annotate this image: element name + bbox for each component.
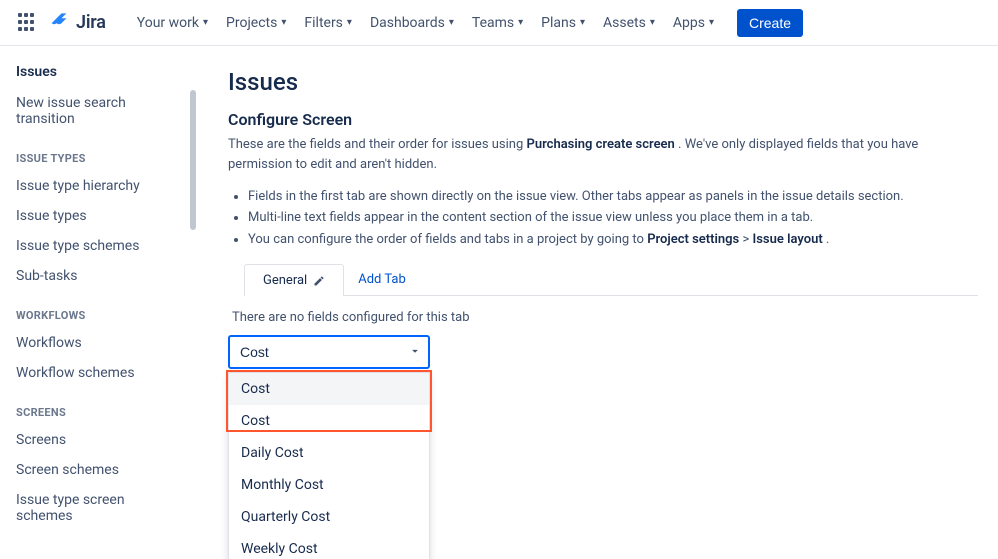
chevron-down-icon: ▾: [709, 17, 714, 28]
field-option[interactable]: Weekly Cost: [229, 533, 429, 559]
sidebar-link-issue-type-schemes[interactable]: Issue type schemes: [0, 231, 196, 261]
tab-general[interactable]: General: [244, 264, 344, 296]
create-button[interactable]: Create: [737, 9, 803, 37]
jira-icon: [50, 12, 72, 34]
chevron-down-icon: ▾: [281, 17, 286, 28]
field-select-wrap: CostCostDaily CostMonthly CostQuarterly …: [228, 335, 430, 369]
field-option[interactable]: Daily Cost: [229, 437, 429, 469]
nav-item-assets[interactable]: Assets▾: [594, 9, 664, 37]
chevron-down-icon: ▾: [347, 17, 352, 28]
chevron-down-icon: ▾: [449, 17, 454, 28]
sidebar-link-screen-schemes[interactable]: Screen schemes: [0, 455, 196, 485]
sidebar-scroll-thumb[interactable]: [190, 90, 196, 230]
sidebar-link-issue-type-hierarchy[interactable]: Issue type hierarchy: [0, 171, 196, 201]
jira-logo-text: Jira: [76, 12, 106, 33]
lead-text: These are the fields and their order for…: [228, 135, 978, 174]
nav-item-filters[interactable]: Filters▾: [295, 9, 361, 37]
sidebar-link-screens[interactable]: Screens: [0, 425, 196, 455]
field-option[interactable]: Quarterly Cost: [229, 501, 429, 533]
rule-item: Multi-line text fields appear in the con…: [248, 207, 978, 228]
field-select-menu: CostCostDaily CostMonthly CostQuarterly …: [228, 372, 430, 559]
nav-item-dashboards[interactable]: Dashboards▾: [361, 9, 463, 37]
empty-fields-message: There are no fields configured for this …: [232, 310, 978, 325]
chevron-down-icon: ▾: [203, 17, 208, 28]
chevron-down-icon: ▾: [650, 17, 655, 28]
sidebar-link-issue-types[interactable]: Issue types: [0, 201, 196, 231]
tab-strip: General Add Tab: [244, 264, 978, 296]
field-option[interactable]: Cost: [229, 373, 429, 405]
main-content: Issues Configure Screen These are the fi…: [196, 46, 998, 559]
rule-item: Fields in the first tab are shown direct…: [248, 186, 978, 207]
jira-logo[interactable]: Jira: [50, 12, 106, 34]
sidebar-title: Issues: [0, 54, 196, 88]
nav-item-your-work[interactable]: Your work▾: [128, 9, 217, 37]
app-switcher-icon[interactable]: [18, 13, 38, 33]
sidebar-link-workflows[interactable]: Workflows: [0, 328, 196, 358]
chevron-down-icon: ▾: [518, 17, 523, 28]
rule-item: You can configure the order of fields an…: [248, 229, 978, 250]
configure-screen-heading: Configure Screen: [228, 110, 978, 129]
sidebar-link-issue-type-screen-schemes[interactable]: Issue type screen schemes: [0, 485, 196, 531]
pencil-icon[interactable]: [313, 275, 325, 287]
nav-item-projects[interactable]: Projects▾: [217, 9, 295, 37]
page-title: Issues: [228, 68, 978, 96]
add-tab-link[interactable]: Add Tab: [344, 264, 420, 295]
sidebar-group-label: Issue Types: [0, 134, 196, 171]
sidebar-group-label: Workflows: [0, 291, 196, 328]
sidebar-scrollbar[interactable]: [188, 46, 196, 559]
nav-item-teams[interactable]: Teams▾: [463, 9, 532, 37]
sidebar-group-label: Screens: [0, 388, 196, 425]
rules-list: Fields in the first tab are shown direct…: [228, 186, 978, 250]
tab-label: General: [263, 273, 307, 288]
field-option[interactable]: Monthly Cost: [229, 469, 429, 501]
top-nav: Jira Your work▾Projects▾Filters▾Dashboar…: [0, 0, 998, 46]
sidebar-link-new-search[interactable]: New issue search transition: [0, 88, 196, 134]
sidebar-link-workflow-schemes[interactable]: Workflow schemes: [0, 358, 196, 388]
nav-item-apps[interactable]: Apps▾: [664, 9, 723, 37]
chevron-down-icon: ▾: [580, 17, 585, 28]
sidebar: Issues New issue search transition Issue…: [0, 46, 196, 559]
sidebar-link-sub-tasks[interactable]: Sub-tasks: [0, 261, 196, 291]
field-select-input[interactable]: [228, 335, 430, 369]
field-option[interactable]: Cost: [229, 405, 429, 437]
nav-item-plans[interactable]: Plans▾: [532, 9, 594, 37]
